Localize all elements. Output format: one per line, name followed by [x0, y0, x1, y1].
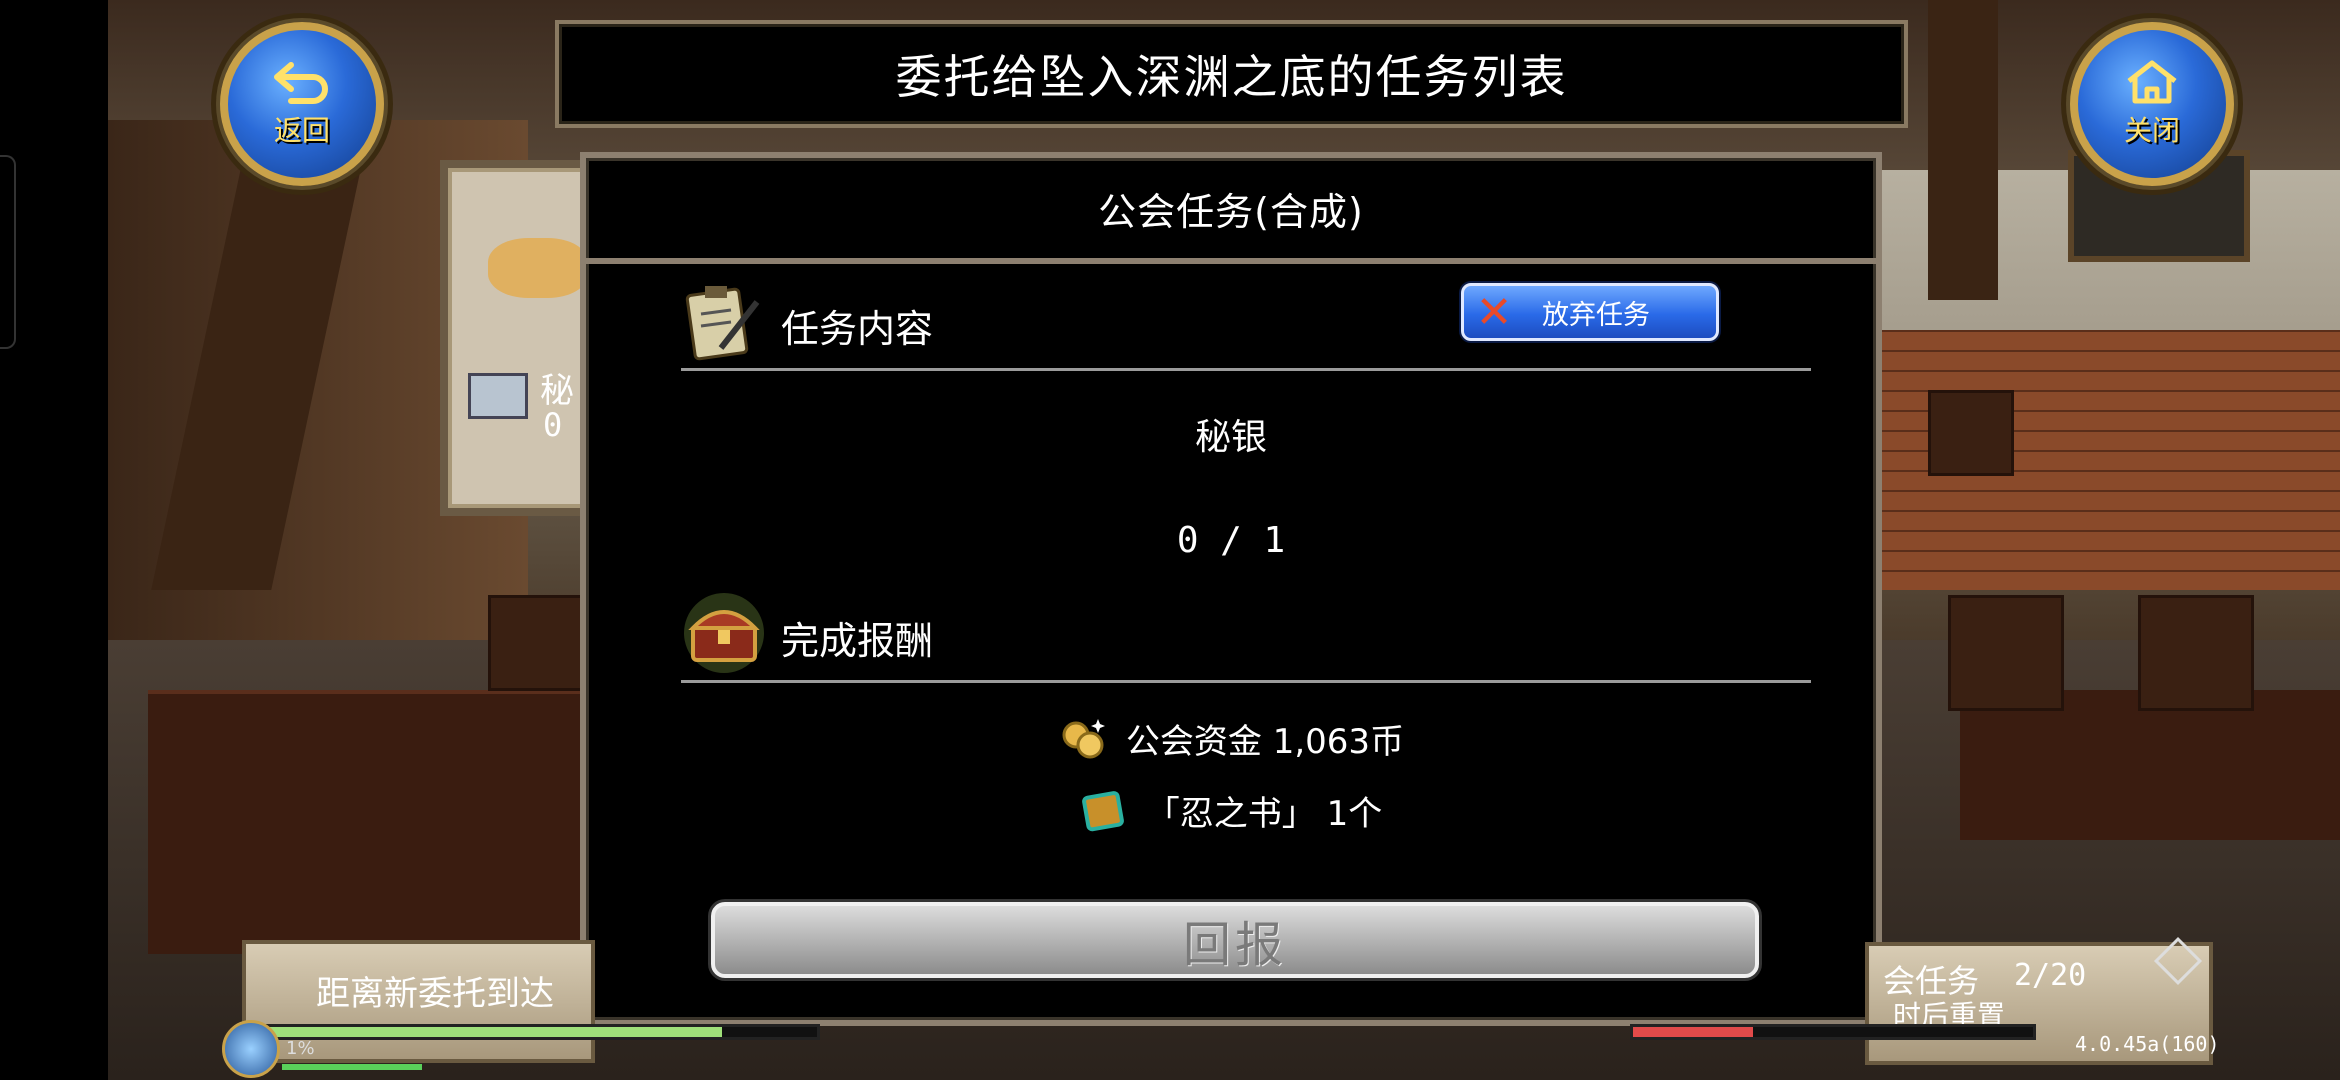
title-banner: 委托给坠入深渊之底的任务列表: [555, 20, 1908, 128]
reward-row-book: 「忍之书」 1个: [586, 786, 1876, 835]
right-progress-bar: [1630, 1024, 2036, 1040]
commission-progress-bar: [254, 1024, 820, 1040]
abandon-task-label: 放弃任务: [1542, 299, 1650, 331]
abandon-task-button[interactable]: ✕ 放弃任务: [1461, 283, 1719, 341]
chair: [488, 595, 584, 691]
silver-ingot-icon: [468, 373, 528, 419]
chair: [2138, 595, 2254, 711]
x-icon: ✕: [1475, 286, 1513, 338]
table-right: [1960, 690, 2340, 840]
reward-book-text: 「忍之书」 1个: [1145, 794, 1383, 834]
side-card-item-name: 秘: [540, 371, 574, 411]
dialog-header: 公会任务(合成): [586, 158, 1876, 264]
task-item-name: 秘银: [1194, 417, 1267, 458]
report-button[interactable]: 回报: [711, 902, 1759, 978]
version-label: 4.0.45a(160): [2075, 1032, 2220, 1056]
report-button-label: 回报: [1182, 917, 1287, 973]
guild-task-dialog: 公会任务(合成) 任务内容 ✕ 放弃任务 秘银 0 / 1 完成报酬 公会资金 …: [580, 152, 1882, 1026]
back-label: 返回: [273, 114, 330, 147]
corner-ornament-icon: [2153, 936, 2203, 986]
reward-funds-text: 公会资金 1,063币: [1125, 721, 1405, 762]
quest-item-icon: [488, 238, 588, 298]
home-icon: [2127, 60, 2177, 104]
device-edge: [0, 155, 16, 349]
task-progress: 0 / 1: [1176, 520, 1286, 561]
dialog-title: 公会任务(合成): [1098, 189, 1364, 234]
coins-icon: [1062, 719, 1105, 759]
exp-bar: [282, 1064, 422, 1070]
task-content-label: 任务内容: [781, 307, 934, 351]
book-icon: [1081, 790, 1124, 831]
back-button[interactable]: 返回: [220, 22, 384, 186]
close-label: 关闭: [2123, 114, 2180, 147]
clipboard-icon: [685, 286, 760, 361]
new-commission-text: 距离新委托到达: [316, 974, 554, 1014]
chair: [1928, 390, 2014, 476]
chair: [1948, 595, 2064, 711]
guild-task-count: 2/20: [2014, 958, 2087, 993]
treasure-chest-icon: [684, 593, 764, 673]
reward-row-funds: 公会资金 1,063币: [586, 713, 1876, 763]
right-progress-fill: [1633, 1027, 1753, 1037]
wooden-beam: [1928, 0, 1998, 300]
commission-progress-fill: [257, 1027, 722, 1037]
page-title: 委托给坠入深渊之底的任务列表: [895, 50, 1568, 104]
level-orb-icon: [222, 1020, 280, 1078]
reward-label: 完成报酬: [781, 619, 934, 663]
level-percent: 1%: [286, 1038, 315, 1059]
reward-section: 完成报酬: [681, 590, 1811, 683]
back-arrow-icon: [274, 62, 328, 104]
close-button[interactable]: 关闭: [2070, 22, 2234, 186]
